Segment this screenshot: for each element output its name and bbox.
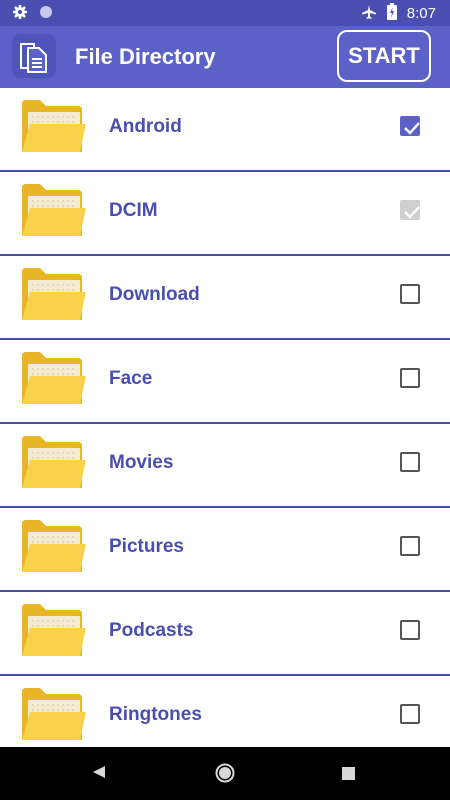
back-icon[interactable] xyxy=(92,765,106,784)
folder-label: Podcasts xyxy=(109,620,194,641)
folder-list: Android DCIM Download Face Movies Pictur… xyxy=(0,88,450,760)
folder-row-face[interactable]: Face xyxy=(0,340,450,424)
folder-icon xyxy=(20,182,88,240)
folder-checkbox[interactable] xyxy=(400,368,420,388)
folder-icon xyxy=(20,98,88,156)
folder-icon xyxy=(20,434,88,492)
folder-checkbox[interactable] xyxy=(400,452,420,472)
folder-checkbox[interactable] xyxy=(400,116,420,136)
folder-checkbox[interactable] xyxy=(400,620,420,640)
airplane-icon xyxy=(361,4,377,24)
gear-icon xyxy=(12,4,28,25)
navigation-bar xyxy=(0,747,450,800)
folder-label: DCIM xyxy=(109,200,158,221)
folder-label: Movies xyxy=(109,452,174,473)
folder-checkbox xyxy=(400,200,420,220)
app-bar: File Directory START xyxy=(0,26,450,88)
folder-icon xyxy=(20,602,88,660)
circle-icon xyxy=(38,4,54,25)
folder-row-dcim[interactable]: DCIM xyxy=(0,172,450,256)
battery-icon xyxy=(386,3,397,24)
folder-checkbox[interactable] xyxy=(400,704,420,724)
status-bar: 8:07 xyxy=(0,0,450,26)
folder-icon xyxy=(20,266,88,324)
page-title: File Directory xyxy=(75,44,216,69)
home-icon[interactable] xyxy=(214,762,236,789)
folder-label: Face xyxy=(109,368,153,389)
folder-row-pictures[interactable]: Pictures xyxy=(0,508,450,592)
folder-label: Ringtones xyxy=(109,704,202,725)
folder-label: Download xyxy=(109,284,200,305)
folder-checkbox[interactable] xyxy=(400,536,420,556)
document-icon xyxy=(10,32,58,80)
clock-text: 8:07 xyxy=(406,5,436,22)
folder-row-podcasts[interactable]: Podcasts xyxy=(0,592,450,676)
folder-label: Pictures xyxy=(109,536,184,557)
folder-icon xyxy=(20,686,88,744)
folder-icon xyxy=(20,350,88,408)
folder-icon xyxy=(20,518,88,576)
folder-label: Android xyxy=(109,116,182,137)
folder-row-android[interactable]: Android xyxy=(0,88,450,172)
recents-icon[interactable] xyxy=(342,767,355,780)
folder-checkbox[interactable] xyxy=(400,284,420,304)
start-button[interactable]: START xyxy=(337,30,431,82)
folder-row-movies[interactable]: Movies xyxy=(0,424,450,508)
folder-row-download[interactable]: Download xyxy=(0,256,450,340)
